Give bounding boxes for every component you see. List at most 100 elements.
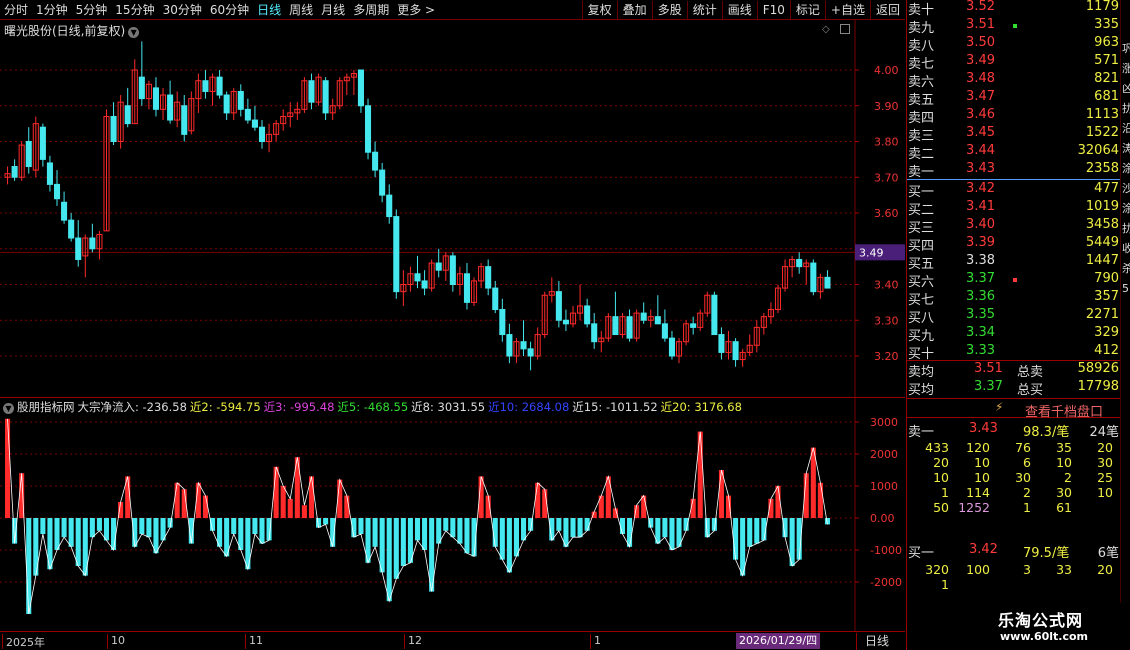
tool-button[interactable]: 标记 bbox=[789, 0, 825, 20]
change-marker bbox=[1013, 24, 1017, 28]
buy-level-volume: 477 bbox=[1094, 181, 1119, 196]
queue-cell: 20 bbox=[933, 455, 949, 470]
sell-level[interactable]: 卖三 3.45 1522 bbox=[907, 125, 1121, 144]
candle-body bbox=[364, 105, 372, 153]
kline-chart[interactable]: 4.003.903.803.703.603.503.403.303.203.49… bbox=[0, 20, 905, 397]
sell-level-label: 卖六 bbox=[908, 75, 935, 90]
queue-cell: 120 bbox=[966, 440, 990, 455]
period-tab[interactable]: 周线 bbox=[285, 0, 317, 20]
tool-button[interactable]: 叠加 bbox=[616, 0, 652, 20]
candle-body bbox=[562, 319, 569, 325]
flow-bar bbox=[111, 518, 117, 550]
sell-level-price: 3.47 bbox=[966, 89, 995, 104]
buy-level-volume: 790 bbox=[1094, 271, 1119, 286]
chevron-down-icon[interactable]: ▼ bbox=[3, 403, 14, 414]
candle-body bbox=[824, 276, 831, 289]
buy-level-price: 3.36 bbox=[966, 289, 995, 304]
flow-bar bbox=[450, 518, 456, 538]
candle-body bbox=[372, 151, 379, 171]
indicator-panel[interactable]: 3000 2000 1000 0.00 -1000 -2000 ▼ 股朋指标网 大宗净流入: … bbox=[0, 397, 905, 632]
flow-bar bbox=[400, 518, 406, 566]
sell-level-label: 卖九 bbox=[908, 21, 935, 36]
flow-bar bbox=[89, 518, 95, 538]
kline-svg[interactable]: 4.003.903.803.703.603.503.403.303.203.49 bbox=[0, 20, 905, 397]
period-label[interactable]: 日线 bbox=[856, 633, 905, 650]
tool-button[interactable]: 复权 bbox=[581, 0, 617, 20]
buy-level[interactable]: 买二 3.41 1019 bbox=[907, 199, 1121, 218]
chevron-down-icon[interactable]: ▼ bbox=[128, 27, 140, 38]
tool-button[interactable]: +自选 bbox=[824, 0, 870, 20]
period-tab[interactable]: 更多 > bbox=[393, 0, 439, 20]
sell-level-volume: 1179 bbox=[1085, 0, 1119, 14]
period-tab[interactable]: 日线 bbox=[253, 0, 285, 20]
period-tab[interactable]: 1分钟 bbox=[32, 0, 72, 20]
buy-level[interactable]: 买十 3.33 412 bbox=[907, 343, 1121, 362]
period-tab[interactable]: 多周期 bbox=[349, 0, 393, 20]
indicator-svg[interactable]: 3000 2000 1000 0.00 -1000 -2000 bbox=[0, 398, 905, 632]
buy-level[interactable]: 买五 3.38 1447 bbox=[907, 253, 1121, 272]
sell-level[interactable]: 卖八 3.50 963 bbox=[907, 35, 1121, 54]
period-tab[interactable]: 分时 bbox=[0, 0, 32, 20]
price-tick-label: 3.60 bbox=[874, 207, 899, 220]
tool-button[interactable]: 返回 bbox=[869, 0, 905, 20]
queue-buy-count: 6笔 bbox=[1097, 546, 1119, 561]
edge-glyph: 涂 bbox=[1122, 160, 1130, 178]
queue-cell: 1252 bbox=[958, 500, 990, 515]
flow-bar bbox=[570, 518, 576, 538]
sell-level[interactable]: 卖七 3.49 571 bbox=[907, 53, 1121, 72]
queue-cell: 35 bbox=[1056, 440, 1072, 455]
tool-button[interactable]: 画线 bbox=[721, 0, 757, 20]
flow-bar bbox=[817, 482, 823, 518]
buy-level[interactable]: 买八 3.35 2271 bbox=[907, 307, 1121, 326]
period-tab[interactable]: 30分钟 bbox=[159, 0, 206, 20]
watermark-url: www.60lt.com bbox=[1000, 630, 1089, 643]
price-tick-label: 3.90 bbox=[874, 100, 899, 113]
queue-row: 20 10 6 10 30 bbox=[907, 455, 1121, 470]
candle-body bbox=[506, 334, 513, 357]
buy-level[interactable]: 买一 3.42 477 bbox=[907, 181, 1121, 200]
candle-body bbox=[216, 76, 223, 96]
sell-level[interactable]: 卖五 3.47 681 bbox=[907, 89, 1121, 108]
buy-level[interactable]: 买四 3.39 5449 bbox=[907, 235, 1121, 254]
tool-button[interactable]: 统计 bbox=[686, 0, 722, 20]
buy-level-volume: 1019 bbox=[1085, 199, 1119, 214]
period-tab[interactable]: 15分钟 bbox=[111, 0, 158, 20]
queue-cell: 20 bbox=[1097, 440, 1113, 455]
tool-button[interactable]: F10 bbox=[756, 0, 790, 20]
date-label: 2025年 bbox=[2, 634, 45, 649]
queue-sell-label: 卖一 bbox=[908, 425, 935, 440]
period-tab[interactable]: 60分钟 bbox=[206, 0, 253, 20]
candle-body bbox=[492, 287, 499, 311]
sell-level[interactable]: 卖一 3.43 2358 bbox=[907, 161, 1121, 180]
candle-body bbox=[379, 169, 386, 196]
sell-level-label: 卖七 bbox=[908, 57, 935, 72]
sell-level[interactable]: 卖六 3.48 821 bbox=[907, 71, 1121, 90]
edge-glyph: 涛 bbox=[1122, 140, 1130, 158]
maximize-icon[interactable] bbox=[840, 24, 850, 34]
buy-average-label: 买均 bbox=[908, 383, 935, 398]
queue-cell: 2 bbox=[1023, 485, 1031, 500]
buy-level[interactable]: 买七 3.36 357 bbox=[907, 289, 1121, 308]
buy-level[interactable]: 买六 3.37 790 bbox=[907, 271, 1121, 290]
sell-level[interactable]: 卖四 3.46 1113 bbox=[907, 107, 1121, 126]
view-thousand-level-button[interactable]: ⚡ 查看千档盘口 bbox=[907, 398, 1121, 420]
period-tab[interactable]: 5分钟 bbox=[72, 0, 112, 20]
sell-level-price: 3.44 bbox=[966, 143, 995, 158]
period-tab[interactable]: 月线 bbox=[317, 0, 349, 20]
indicator-name[interactable]: 股朋指标网 bbox=[17, 400, 75, 414]
sell-level[interactable]: 卖十 3.52 1179 bbox=[907, 0, 1121, 18]
buy-level[interactable]: 买九 3.34 329 bbox=[907, 325, 1121, 344]
sell-level[interactable]: 卖九 3.51 335 bbox=[907, 17, 1121, 36]
diamond-icon[interactable]: ◇ bbox=[822, 24, 830, 35]
tool-button[interactable]: 多股 bbox=[651, 0, 687, 20]
candle-body bbox=[435, 262, 442, 271]
stock-title[interactable]: 曙光股份(日线,前复权) ▼ bbox=[4, 22, 140, 39]
buy-level[interactable]: 买三 3.40 3458 bbox=[907, 217, 1121, 236]
queue-sell-price: 3.43 bbox=[969, 421, 998, 436]
sell-level-volume: 963 bbox=[1094, 35, 1119, 50]
buy-level-label: 买九 bbox=[908, 329, 935, 344]
candle-body bbox=[711, 294, 718, 336]
indicator-value: 近3: -995.48 bbox=[263, 400, 335, 414]
sell-level[interactable]: 卖二 3.44 32064 bbox=[907, 143, 1121, 162]
queue-cell: 320 bbox=[925, 562, 949, 577]
